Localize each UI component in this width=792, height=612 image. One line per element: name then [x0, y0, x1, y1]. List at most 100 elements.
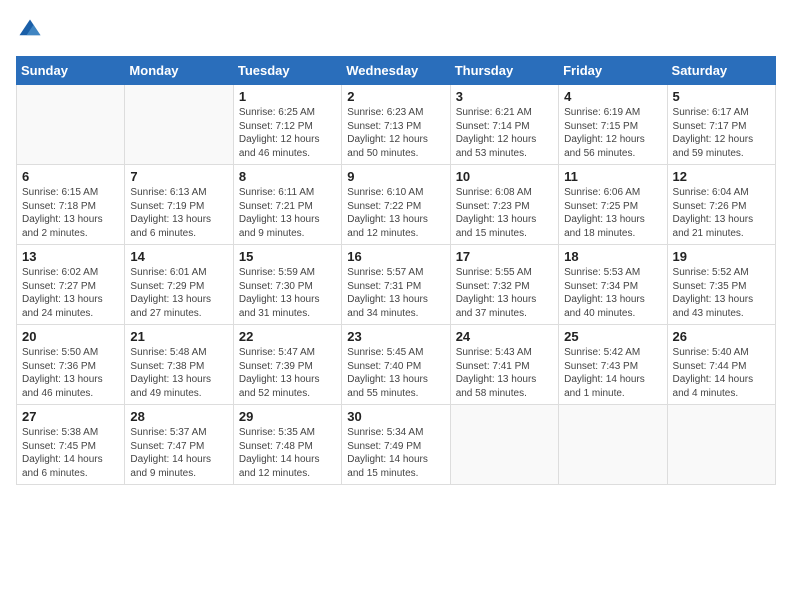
calendar-cell: 27 Sunrise: 5:38 AM Sunset: 7:45 PM Dayli…: [17, 405, 125, 485]
calendar-cell: 18 Sunrise: 5:53 AM Sunset: 7:34 PM Dayli…: [559, 245, 667, 325]
calendar-cell: 22 Sunrise: 5:47 AM Sunset: 7:39 PM Dayli…: [233, 325, 341, 405]
calendar-cell: 7 Sunrise: 6:13 AM Sunset: 7:19 PM Daylig…: [125, 165, 233, 245]
day-info: Sunrise: 5:43 AM Sunset: 7:41 PM Dayligh…: [456, 346, 553, 400]
day-number: 25: [564, 329, 661, 344]
day-info: Sunrise: 6:10 AM Sunset: 7:22 PM Dayligh…: [347, 186, 444, 240]
day-info: Sunrise: 6:15 AM Sunset: 7:18 PM Dayligh…: [22, 186, 119, 240]
day-number: 23: [347, 329, 444, 344]
day-number: 27: [22, 409, 119, 424]
calendar-table: SundayMondayTuesdayWednesdayThursdayFrid…: [16, 56, 776, 485]
day-info: Sunrise: 6:23 AM Sunset: 7:13 PM Dayligh…: [347, 106, 444, 160]
calendar-week-row: 13 Sunrise: 6:02 AM Sunset: 7:27 PM Dayli…: [17, 245, 776, 325]
day-info: Sunrise: 6:11 AM Sunset: 7:21 PM Dayligh…: [239, 186, 336, 240]
day-number: 4: [564, 89, 661, 104]
calendar-cell: 11 Sunrise: 6:06 AM Sunset: 7:25 PM Dayli…: [559, 165, 667, 245]
day-info: Sunrise: 5:57 AM Sunset: 7:31 PM Dayligh…: [347, 266, 444, 320]
calendar-cell: [450, 405, 558, 485]
day-number: 28: [130, 409, 227, 424]
day-number: 2: [347, 89, 444, 104]
calendar-cell: 25Sunrise: 5:42 AM Sunset: 7:43 PM Dayli…: [559, 325, 667, 405]
day-info: Sunrise: 6:08 AM Sunset: 7:23 PM Dayligh…: [456, 186, 553, 240]
calendar-cell: 1 Sunrise: 6:25 AM Sunset: 7:12 PM Daylig…: [233, 85, 341, 165]
weekday-header: Thursday: [450, 57, 558, 85]
day-number: 10: [456, 169, 553, 184]
calendar-cell: 23 Sunrise: 5:45 AM Sunset: 7:40 PM Dayli…: [342, 325, 450, 405]
day-info: Sunrise: 5:55 AM Sunset: 7:32 PM Dayligh…: [456, 266, 553, 320]
day-number: 19: [673, 249, 770, 264]
calendar-cell: 6 Sunrise: 6:15 AM Sunset: 7:18 PM Daylig…: [17, 165, 125, 245]
calendar-cell: [125, 85, 233, 165]
calendar-cell: [559, 405, 667, 485]
logo-icon: [16, 16, 44, 44]
weekday-header: Wednesday: [342, 57, 450, 85]
weekday-header: Sunday: [17, 57, 125, 85]
day-info: Sunrise: 5:38 AM Sunset: 7:45 PM Dayligh…: [22, 426, 119, 480]
calendar-cell: 26 Sunrise: 5:40 AM Sunset: 7:44 PM Dayli…: [667, 325, 775, 405]
day-number: 17: [456, 249, 553, 264]
weekday-header: Friday: [559, 57, 667, 85]
calendar-cell: 14 Sunrise: 6:01 AM Sunset: 7:29 PM Dayli…: [125, 245, 233, 325]
day-number: 1: [239, 89, 336, 104]
day-number: 22: [239, 329, 336, 344]
day-number: 8: [239, 169, 336, 184]
day-info: Sunrise: 6:13 AM Sunset: 7:19 PM Dayligh…: [130, 186, 227, 240]
day-number: 18: [564, 249, 661, 264]
day-number: 13: [22, 249, 119, 264]
day-info: Sunrise: 5:37 AM Sunset: 7:47 PM Dayligh…: [130, 426, 227, 480]
calendar-cell: [667, 405, 775, 485]
day-info: Sunrise: 5:45 AM Sunset: 7:40 PM Dayligh…: [347, 346, 444, 400]
day-info: Sunrise: 5:48 AM Sunset: 7:38 PM Dayligh…: [130, 346, 227, 400]
weekday-header: Monday: [125, 57, 233, 85]
day-number: 6: [22, 169, 119, 184]
day-info: Sunrise: 6:01 AM Sunset: 7:29 PM Dayligh…: [130, 266, 227, 320]
day-info: Sunrise: 6:17 AM Sunset: 7:17 PM Dayligh…: [673, 106, 770, 160]
page-header: [16, 16, 776, 44]
day-info: Sunrise: 6:21 AM Sunset: 7:14 PM Dayligh…: [456, 106, 553, 160]
calendar-cell: 21 Sunrise: 5:48 AM Sunset: 7:38 PM Dayli…: [125, 325, 233, 405]
day-info: Sunrise: 5:52 AM Sunset: 7:35 PM Dayligh…: [673, 266, 770, 320]
day-number: 29: [239, 409, 336, 424]
calendar-cell: [17, 85, 125, 165]
day-info: Sunrise: 6:19 AM Sunset: 7:15 PM Dayligh…: [564, 106, 661, 160]
day-info: Sunrise: 5:59 AM Sunset: 7:30 PM Dayligh…: [239, 266, 336, 320]
weekday-header: Tuesday: [233, 57, 341, 85]
calendar-cell: 29Sunrise: 5:35 AM Sunset: 7:48 PM Dayli…: [233, 405, 341, 485]
day-number: 26: [673, 329, 770, 344]
calendar-week-row: 27 Sunrise: 5:38 AM Sunset: 7:45 PM Dayli…: [17, 405, 776, 485]
day-info: Sunrise: 5:47 AM Sunset: 7:39 PM Dayligh…: [239, 346, 336, 400]
day-number: 20: [22, 329, 119, 344]
calendar-cell: 19 Sunrise: 5:52 AM Sunset: 7:35 PM Dayli…: [667, 245, 775, 325]
day-info: Sunrise: 6:25 AM Sunset: 7:12 PM Dayligh…: [239, 106, 336, 160]
calendar-cell: 16 Sunrise: 5:57 AM Sunset: 7:31 PM Dayli…: [342, 245, 450, 325]
day-number: 24: [456, 329, 553, 344]
calendar-week-row: 6 Sunrise: 6:15 AM Sunset: 7:18 PM Daylig…: [17, 165, 776, 245]
day-info: Sunrise: 6:04 AM Sunset: 7:26 PM Dayligh…: [673, 186, 770, 240]
day-number: 9: [347, 169, 444, 184]
calendar-cell: 4 Sunrise: 6:19 AM Sunset: 7:15 PM Daylig…: [559, 85, 667, 165]
day-info: Sunrise: 6:02 AM Sunset: 7:27 PM Dayligh…: [22, 266, 119, 320]
day-info: Sunrise: 5:53 AM Sunset: 7:34 PM Dayligh…: [564, 266, 661, 320]
day-number: 21: [130, 329, 227, 344]
calendar-cell: 9 Sunrise: 6:10 AM Sunset: 7:22 PM Daylig…: [342, 165, 450, 245]
day-number: 12: [673, 169, 770, 184]
calendar-cell: 30Sunrise: 5:34 AM Sunset: 7:49 PM Dayli…: [342, 405, 450, 485]
calendar-cell: 24 Sunrise: 5:43 AM Sunset: 7:41 PM Dayli…: [450, 325, 558, 405]
calendar-week-row: 1 Sunrise: 6:25 AM Sunset: 7:12 PM Daylig…: [17, 85, 776, 165]
calendar-cell: 2 Sunrise: 6:23 AM Sunset: 7:13 PM Daylig…: [342, 85, 450, 165]
calendar-week-row: 20 Sunrise: 5:50 AM Sunset: 7:36 PM Dayli…: [17, 325, 776, 405]
day-info: Sunrise: 5:50 AM Sunset: 7:36 PM Dayligh…: [22, 346, 119, 400]
day-number: 11: [564, 169, 661, 184]
day-number: 30: [347, 409, 444, 424]
calendar-cell: 28 Sunrise: 5:37 AM Sunset: 7:47 PM Dayli…: [125, 405, 233, 485]
day-info: Sunrise: 5:40 AM Sunset: 7:44 PM Dayligh…: [673, 346, 770, 400]
weekday-header-row: SundayMondayTuesdayWednesdayThursdayFrid…: [17, 57, 776, 85]
day-number: 16: [347, 249, 444, 264]
day-number: 7: [130, 169, 227, 184]
day-number: 15: [239, 249, 336, 264]
calendar-cell: 13 Sunrise: 6:02 AM Sunset: 7:27 PM Dayli…: [17, 245, 125, 325]
weekday-header: Saturday: [667, 57, 775, 85]
calendar-cell: 8 Sunrise: 6:11 AM Sunset: 7:21 PM Daylig…: [233, 165, 341, 245]
calendar-cell: 12 Sunrise: 6:04 AM Sunset: 7:26 PM Dayli…: [667, 165, 775, 245]
day-number: 14: [130, 249, 227, 264]
day-info: Sunrise: 6:06 AM Sunset: 7:25 PM Dayligh…: [564, 186, 661, 240]
